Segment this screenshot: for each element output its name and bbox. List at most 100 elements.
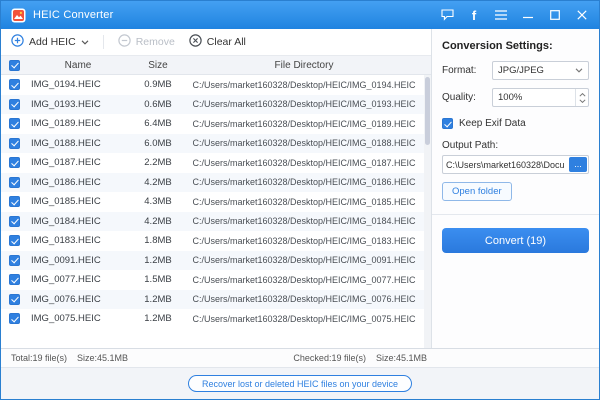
table-row[interactable]: IMG_0185.HEIC 4.3MB C:/Users/market16032… bbox=[1, 192, 431, 212]
chevron-down-icon bbox=[570, 68, 588, 73]
facebook-icon[interactable]: f bbox=[467, 8, 481, 22]
row-checkbox[interactable] bbox=[9, 177, 20, 188]
total-files-text: Total:19 file(s) bbox=[11, 353, 67, 363]
chevron-down-icon[interactable] bbox=[81, 36, 89, 48]
table-scrollbar[interactable] bbox=[424, 75, 431, 348]
format-value: JPG/JPEG bbox=[498, 65, 544, 76]
settings-title: Conversion Settings: bbox=[442, 40, 589, 52]
total-size-text: Size:45.1MB bbox=[77, 353, 128, 363]
checked-files-text: Checked:19 file(s) bbox=[293, 353, 366, 363]
convert-button[interactable]: Convert (19) bbox=[442, 228, 589, 253]
table-row[interactable]: IMG_0188.HEIC 6.0MB C:/Users/market16032… bbox=[1, 134, 431, 154]
output-path-input[interactable]: C:\Users\market160328\Docu ... bbox=[442, 155, 589, 174]
file-size: 0.6MB bbox=[129, 99, 187, 110]
file-name: IMG_0188.HEIC bbox=[27, 138, 129, 149]
table-row[interactable]: IMG_0187.HEIC 2.2MB C:/Users/market16032… bbox=[1, 153, 431, 173]
column-header-size: Size bbox=[129, 60, 187, 71]
add-heic-button[interactable]: Add HEIC bbox=[11, 34, 89, 50]
file-name: IMG_0186.HEIC bbox=[27, 177, 129, 188]
maximize-button[interactable] bbox=[548, 8, 562, 22]
file-size: 1.8MB bbox=[129, 235, 187, 246]
row-checkbox[interactable] bbox=[9, 99, 20, 110]
row-checkbox[interactable] bbox=[9, 138, 20, 149]
file-size: 1.2MB bbox=[129, 313, 187, 324]
row-checkbox[interactable] bbox=[9, 235, 20, 246]
file-name: IMG_0075.HEIC bbox=[27, 313, 129, 324]
table-row[interactable]: IMG_0194.HEIC 0.9MB C:/Users/market16032… bbox=[1, 75, 431, 95]
file-directory: C:/Users/market160328/Desktop/HEIC/IMG_0… bbox=[187, 177, 431, 187]
file-size: 4.3MB bbox=[129, 196, 187, 207]
toolbar-separator bbox=[103, 35, 104, 49]
remove-label: Remove bbox=[136, 36, 175, 48]
open-folder-button[interactable]: Open folder bbox=[442, 182, 512, 201]
row-checkbox[interactable] bbox=[9, 313, 20, 324]
column-header-name: Name bbox=[27, 60, 129, 71]
clear-all-label: Clear All bbox=[207, 36, 246, 48]
file-directory: C:/Users/market160328/Desktop/HEIC/IMG_0… bbox=[187, 197, 431, 207]
row-checkbox[interactable] bbox=[9, 216, 20, 227]
file-directory: C:/Users/market160328/Desktop/HEIC/IMG_0… bbox=[187, 119, 431, 129]
table-row[interactable]: IMG_0076.HEIC 1.2MB C:/Users/market16032… bbox=[1, 290, 431, 310]
table-row[interactable]: IMG_0184.HEIC 4.2MB C:/Users/market16032… bbox=[1, 212, 431, 232]
recover-button[interactable]: Recover lost or deleted HEIC files on yo… bbox=[188, 375, 412, 392]
quality-input[interactable]: 100% bbox=[492, 88, 589, 107]
table-row[interactable]: IMG_0193.HEIC 0.6MB C:/Users/market16032… bbox=[1, 95, 431, 115]
quality-row: Quality: 100% bbox=[442, 88, 589, 107]
conversion-settings-panel: Conversion Settings: Format: JPG/JPEG Qu… bbox=[431, 29, 599, 348]
footer: Recover lost or deleted HEIC files on yo… bbox=[1, 367, 599, 399]
row-checkbox[interactable] bbox=[9, 157, 20, 168]
file-list: IMG_0194.HEIC 0.9MB C:/Users/market16032… bbox=[1, 75, 431, 348]
file-directory: C:/Users/market160328/Desktop/HEIC/IMG_0… bbox=[187, 138, 431, 148]
row-checkbox[interactable] bbox=[9, 118, 20, 129]
clear-all-button[interactable]: Clear All bbox=[189, 34, 246, 50]
keep-exif-checkbox[interactable]: Keep Exif Data bbox=[442, 118, 589, 129]
close-button[interactable] bbox=[575, 8, 589, 22]
quality-stepper[interactable] bbox=[575, 89, 588, 106]
table-row[interactable]: IMG_0091.HEIC 1.2MB C:/Users/market16032… bbox=[1, 251, 431, 271]
browse-button[interactable]: ... bbox=[569, 157, 587, 172]
file-size: 4.2MB bbox=[129, 177, 187, 188]
output-path-value: C:\Users\market160328\Docu bbox=[443, 160, 569, 170]
format-select[interactable]: JPG/JPEG bbox=[492, 61, 589, 80]
table-header: Name Size File Directory bbox=[1, 55, 431, 75]
file-name: IMG_0183.HEIC bbox=[27, 235, 129, 246]
menu-icon[interactable] bbox=[494, 8, 508, 22]
table-row[interactable]: IMG_0183.HEIC 1.8MB C:/Users/market16032… bbox=[1, 231, 431, 251]
table-row[interactable]: IMG_0189.HEIC 6.4MB C:/Users/market16032… bbox=[1, 114, 431, 134]
file-size: 6.4MB bbox=[129, 118, 187, 129]
quality-value: 100% bbox=[498, 92, 522, 103]
add-heic-label: Add HEIC bbox=[29, 36, 76, 48]
quality-label: Quality: bbox=[442, 92, 488, 103]
status-total: Total:19 file(s) Size:45.1MB bbox=[11, 353, 128, 363]
table-row[interactable]: IMG_0075.HEIC 1.2MB C:/Users/market16032… bbox=[1, 309, 431, 329]
file-name: IMG_0187.HEIC bbox=[27, 157, 129, 168]
file-directory: C:/Users/market160328/Desktop/HEIC/IMG_0… bbox=[187, 80, 431, 90]
row-checkbox[interactable] bbox=[9, 255, 20, 266]
minimize-button[interactable] bbox=[521, 8, 535, 22]
file-directory: C:/Users/market160328/Desktop/HEIC/IMG_0… bbox=[187, 216, 431, 226]
remove-button[interactable]: Remove bbox=[118, 34, 175, 50]
file-size: 6.0MB bbox=[129, 138, 187, 149]
scrollbar-thumb[interactable] bbox=[425, 77, 430, 145]
file-directory: C:/Users/market160328/Desktop/HEIC/IMG_0… bbox=[187, 158, 431, 168]
file-name: IMG_0091.HEIC bbox=[27, 255, 129, 266]
exif-checkbox-box[interactable] bbox=[442, 118, 453, 129]
table-row[interactable]: IMG_0186.HEIC 4.2MB C:/Users/market16032… bbox=[1, 173, 431, 193]
select-all-checkbox[interactable] bbox=[9, 60, 20, 71]
row-checkbox[interactable] bbox=[9, 196, 20, 207]
add-circle-icon bbox=[11, 34, 24, 50]
output-path-label: Output Path: bbox=[442, 140, 589, 151]
row-checkbox[interactable] bbox=[9, 274, 20, 285]
feedback-icon[interactable] bbox=[440, 8, 454, 22]
remove-circle-icon bbox=[118, 34, 131, 50]
file-directory: C:/Users/market160328/Desktop/HEIC/IMG_0… bbox=[187, 275, 431, 285]
table-row[interactable]: IMG_0077.HEIC 1.5MB C:/Users/market16032… bbox=[1, 270, 431, 290]
row-checkbox[interactable] bbox=[9, 79, 20, 90]
keep-exif-label: Keep Exif Data bbox=[459, 118, 526, 129]
format-label: Format: bbox=[442, 65, 488, 76]
file-directory: C:/Users/market160328/Desktop/HEIC/IMG_0… bbox=[187, 236, 431, 246]
settings-divider bbox=[432, 214, 599, 215]
format-row: Format: JPG/JPEG bbox=[442, 61, 589, 80]
window-controls: f bbox=[440, 8, 589, 22]
row-checkbox[interactable] bbox=[9, 294, 20, 305]
